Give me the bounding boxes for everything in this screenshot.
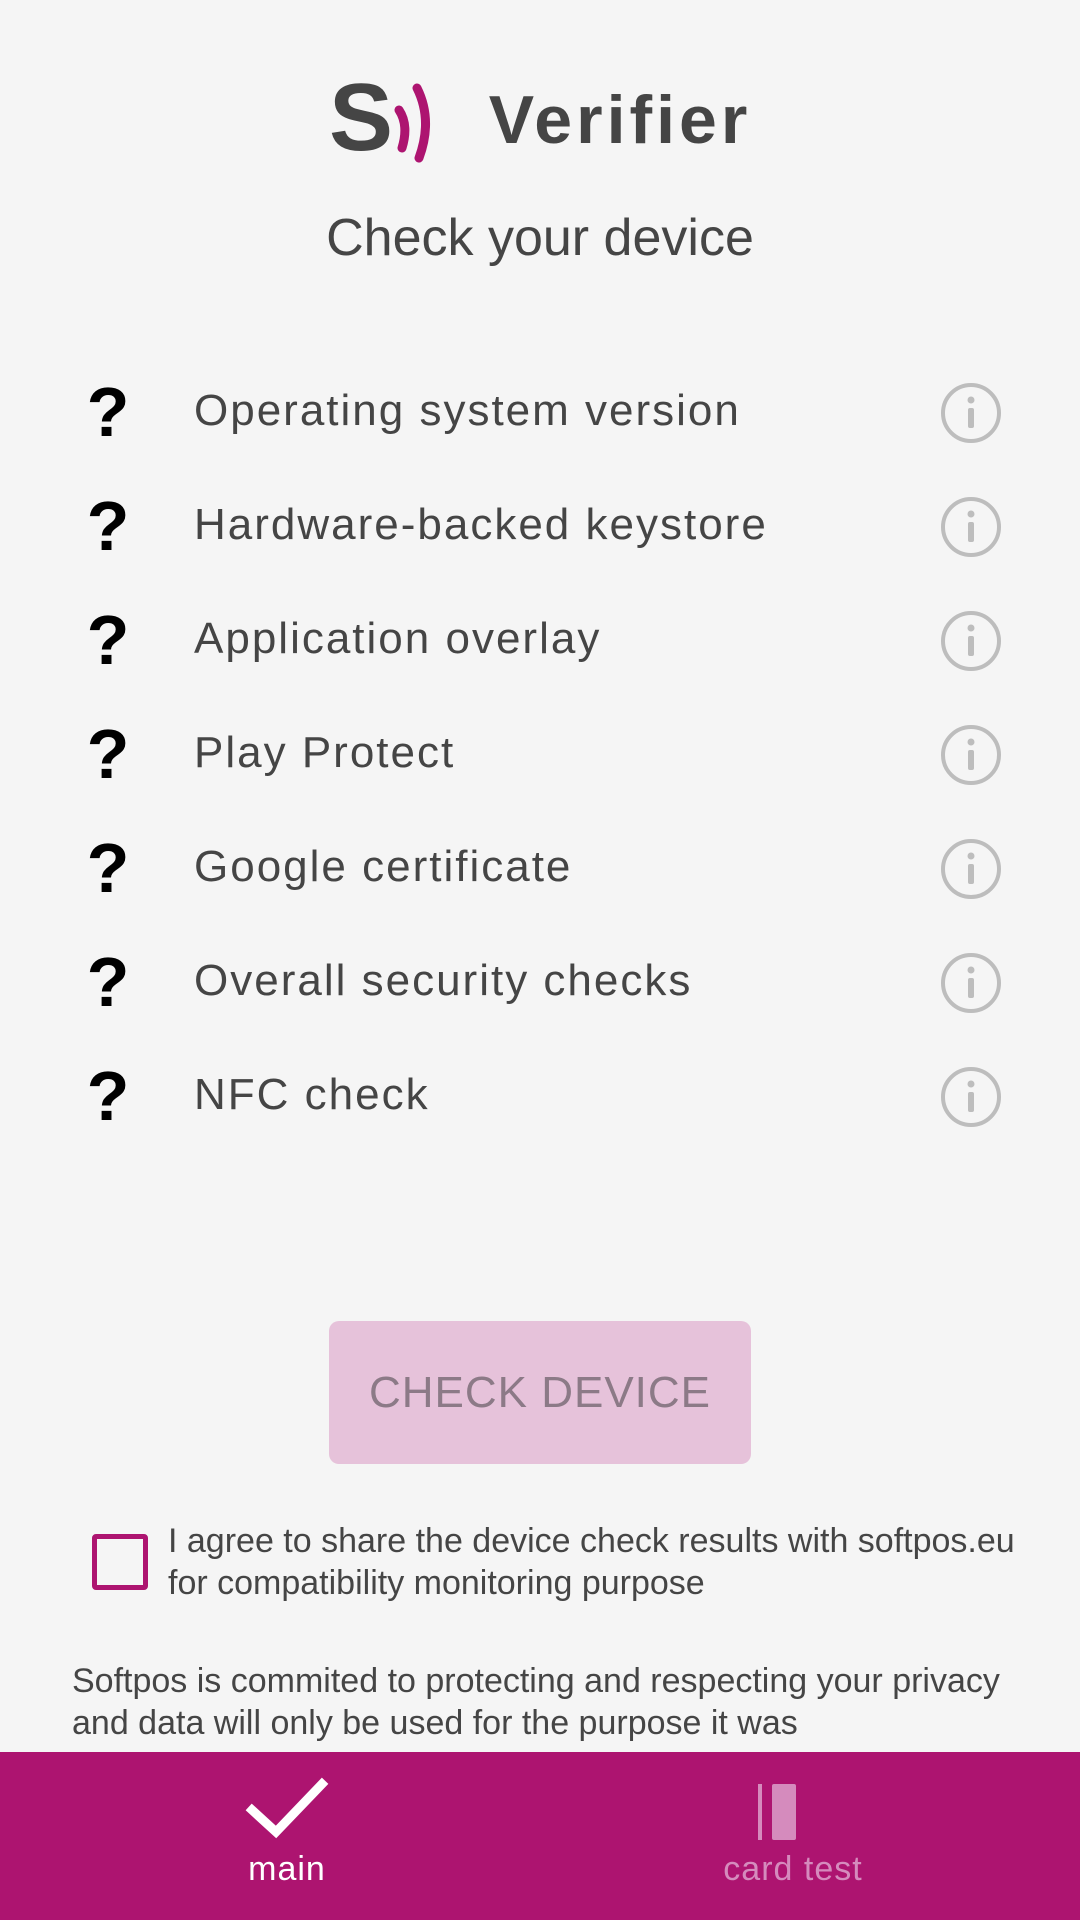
bottom-nav: main card test [0, 1752, 1080, 1920]
question-mark-icon: ? [86, 829, 130, 907]
check-device-button[interactable]: CHECK DEVICE [329, 1321, 751, 1464]
check-label: Google certificate [194, 842, 573, 891]
check-label: Hardware-backed keystore [194, 500, 768, 549]
question-mark-icon: ? [86, 715, 130, 793]
check-row-overlay: ? Application overlay [0, 583, 1080, 697]
app-logo: S Verifier [0, 70, 1080, 170]
svg-text:S: S [329, 70, 393, 170]
softpos-logo-icon: S [329, 70, 430, 170]
consent-text: I agree to share the device check result… [168, 1522, 1015, 1602]
check-label: Application overlay [194, 614, 602, 663]
check-label: Play Protect [194, 728, 456, 777]
nav-item-card-test[interactable]: card test [633, 1752, 953, 1920]
info-icon[interactable] [940, 838, 1002, 900]
check-row-play-protect: ? Play Protect [0, 697, 1080, 811]
info-icon[interactable] [940, 382, 1002, 444]
info-icon[interactable] [940, 724, 1002, 786]
question-mark-icon: ? [86, 943, 130, 1021]
check-label: Overall security checks [194, 956, 693, 1005]
nav-item-main[interactable]: main [127, 1752, 447, 1920]
check-label: NFC check [194, 1070, 430, 1119]
info-icon[interactable] [940, 496, 1002, 558]
app-name: Verifier [488, 82, 752, 158]
consent-checkbox[interactable] [92, 1534, 148, 1590]
check-row-keystore: ? Hardware-backed keystore [0, 469, 1080, 583]
check-label: Operating system version [194, 386, 741, 435]
question-mark-icon: ? [86, 373, 130, 451]
page-title: Check your device [326, 209, 754, 267]
check-row-os-version: ? Operating system version [0, 355, 1080, 469]
nav-label-main: main [248, 1850, 326, 1888]
info-icon[interactable] [940, 1066, 1002, 1128]
info-icon[interactable] [940, 952, 1002, 1014]
privacy-text: Softpos is commited to protecting and re… [72, 1662, 1000, 1742]
nav-label-card-test: card test [723, 1850, 863, 1888]
check-row-nfc: ? NFC check [0, 1039, 1080, 1153]
info-icon[interactable] [940, 610, 1002, 672]
checkmark-icon [245, 1777, 329, 1839]
question-mark-icon: ? [86, 1057, 130, 1135]
question-mark-icon: ? [86, 601, 130, 679]
card-icon [758, 1784, 796, 1840]
check-row-google-certificate: ? Google certificate [0, 811, 1080, 925]
question-mark-icon: ? [86, 487, 130, 565]
check-row-security-checks: ? Overall security checks [0, 925, 1080, 1039]
check-list: ? Operating system version ? Hardware-ba… [0, 355, 1080, 1153]
